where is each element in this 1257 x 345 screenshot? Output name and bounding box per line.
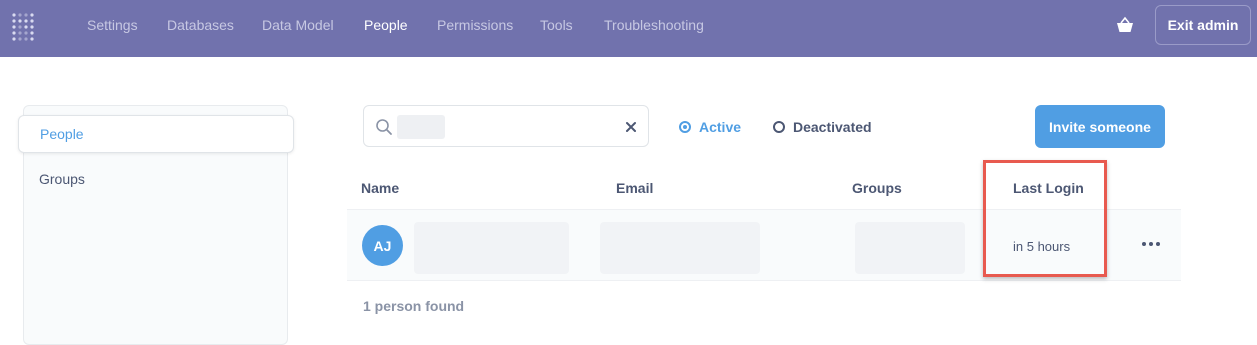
column-header-email: Email (616, 180, 654, 196)
column-header-name: Name (361, 180, 400, 196)
user-groups-redacted (855, 222, 965, 274)
sidebar-item-people[interactable]: People (18, 115, 294, 153)
avatar: AJ (362, 225, 403, 266)
nav-data-model[interactable]: Data Model (262, 17, 334, 33)
search-icon (376, 119, 392, 135)
metabase-logo-icon[interactable] (11, 12, 37, 42)
nav-databases[interactable]: Databases (167, 17, 234, 33)
column-header-groups: Groups (852, 180, 902, 196)
user-email-redacted (600, 222, 760, 274)
store-icon[interactable] (1115, 15, 1135, 35)
nav-people[interactable]: People (364, 17, 408, 33)
results-count: 1 person found (363, 298, 465, 314)
people-search-input[interactable] (363, 105, 649, 147)
nav-troubleshooting[interactable]: Troubleshooting (604, 17, 704, 33)
filter-active-radio[interactable]: Active (679, 119, 741, 135)
sidebar-item-groups[interactable]: Groups (39, 171, 85, 187)
ellipsis-icon[interactable] (1141, 238, 1161, 250)
filter-deactivated-radio[interactable]: Deactivated (773, 119, 872, 135)
nav-permissions[interactable]: Permissions (437, 17, 513, 33)
nav-settings[interactable]: Settings (87, 17, 138, 33)
radio-selected-icon (679, 121, 691, 133)
radio-unselected-icon (773, 121, 785, 133)
annotation-highlight-box (983, 160, 1107, 277)
user-name-redacted (414, 222, 569, 274)
nav-tools[interactable]: Tools (540, 17, 573, 33)
search-value-redacted (397, 115, 445, 139)
exit-admin-button[interactable]: Exit admin (1155, 5, 1251, 45)
close-icon[interactable] (624, 120, 638, 134)
filter-deactivated-label: Deactivated (793, 119, 872, 135)
invite-someone-button[interactable]: Invite someone (1035, 105, 1165, 148)
admin-nav-bar: Settings Databases Data Model People Per… (0, 0, 1257, 57)
filter-active-label: Active (699, 119, 742, 135)
